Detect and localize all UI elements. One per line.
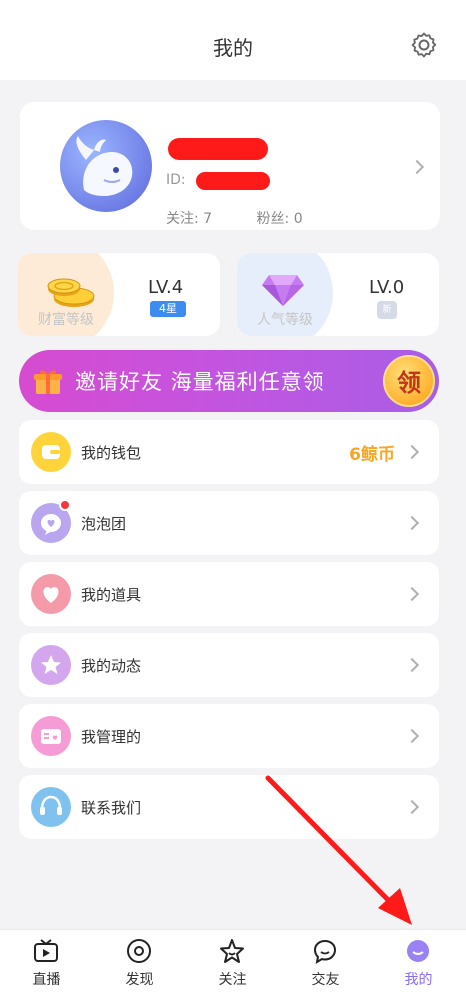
profile-card[interactable]: ID: 关注: 7 粉丝: 0 (20, 102, 440, 230)
live-tv-icon (34, 939, 58, 962)
menu-label: 我的钱包 (81, 444, 142, 462)
follow-stats: 关注: 7 粉丝: 0 (166, 208, 343, 228)
me-avatar-icon (407, 940, 429, 962)
fans-count[interactable]: 粉丝: 0 (257, 211, 303, 227)
menu-item-contact[interactable]: 联系我们 (19, 775, 439, 839)
gear-icon[interactable] (410, 31, 438, 59)
tab-me[interactable]: 我的 (372, 930, 465, 1001)
whale-avatar-icon (76, 136, 133, 196)
tab-discover[interactable]: 发现 (93, 930, 186, 1001)
menu-item-wallet[interactable]: 我的钱包 6鲸币 (19, 420, 439, 484)
gift-icon (34, 370, 62, 394)
gold-coins-icon (47, 278, 95, 307)
top-bar: 我的 (0, 0, 466, 80)
popularity-level-value: LV.0 (369, 277, 405, 298)
claim-button[interactable]: 领 (383, 355, 435, 407)
menu-label: 我管理的 (81, 728, 142, 746)
notification-dot (59, 499, 71, 511)
eye-discover-icon (127, 939, 151, 963)
menu-label: 我的动态 (81, 657, 142, 675)
wealth-star-badge: 4星 (150, 301, 186, 317)
tab-follow[interactable]: 关注 (186, 930, 279, 1001)
tab-friends[interactable]: 交友 (279, 930, 372, 1001)
wallet-icon (31, 432, 71, 472)
chevron-right-icon (404, 444, 420, 460)
menu-item-managed[interactable]: 我管理的 (19, 704, 439, 768)
menu-label: 联系我们 (81, 799, 142, 817)
heart-props-icon (31, 574, 71, 614)
popularity-level-card[interactable]: 人气等级 LV.0 新 (237, 253, 439, 336)
tab-label: 发现 (125, 972, 154, 988)
popularity-level-label: 人气等级 (257, 312, 313, 328)
banner-text: 邀请好友 海量福利任意领 (75, 370, 325, 394)
tab-label: 交友 (311, 972, 340, 988)
tab-live[interactable]: 直播 (0, 930, 93, 1001)
chevron-right-icon (404, 799, 420, 815)
menu-item-props[interactable]: 我的道具 (19, 562, 439, 626)
chevron-right-icon (409, 159, 425, 175)
follow-count[interactable]: 关注: 7 (166, 211, 212, 227)
user-id-label: ID: (166, 172, 186, 188)
wealth-level-card[interactable]: 财富等级 LV.4 4星 (18, 253, 220, 336)
tab-label: 直播 (32, 972, 61, 988)
wallet-balance: 6鲸币 (349, 445, 395, 465)
bottom-tab-bar: 直播 发现 关注 交友 我的 (0, 929, 466, 1001)
wealth-level-value: LV.4 (148, 277, 184, 298)
headset-icon (31, 787, 71, 827)
avatar[interactable] (60, 120, 152, 212)
page-title: 我的 (213, 36, 253, 60)
redacted-user-id (196, 172, 270, 190)
redacted-username (168, 138, 268, 160)
menu-item-bubble-group[interactable]: 泡泡团 (19, 491, 439, 555)
star-follow-icon (220, 939, 244, 963)
invite-friends-banner[interactable]: 邀请好友 海量福利任意领 领 (19, 350, 439, 412)
managed-radio-icon (31, 716, 71, 756)
chevron-right-icon (404, 728, 420, 744)
chevron-right-icon (404, 586, 420, 602)
chevron-right-icon (404, 515, 420, 531)
star-moments-icon (31, 645, 71, 685)
chevron-right-icon (404, 657, 420, 673)
new-badge: 新 (377, 301, 397, 319)
wealth-level-label: 财富等级 (38, 312, 94, 328)
tab-label: 我的 (404, 972, 433, 988)
diamond-icon (262, 275, 304, 306)
menu-item-moments[interactable]: 我的动态 (19, 633, 439, 697)
menu-label: 泡泡团 (81, 515, 127, 533)
chat-friends-icon (313, 939, 337, 964)
menu-label: 我的道具 (81, 586, 142, 604)
tab-label: 关注 (218, 972, 247, 988)
